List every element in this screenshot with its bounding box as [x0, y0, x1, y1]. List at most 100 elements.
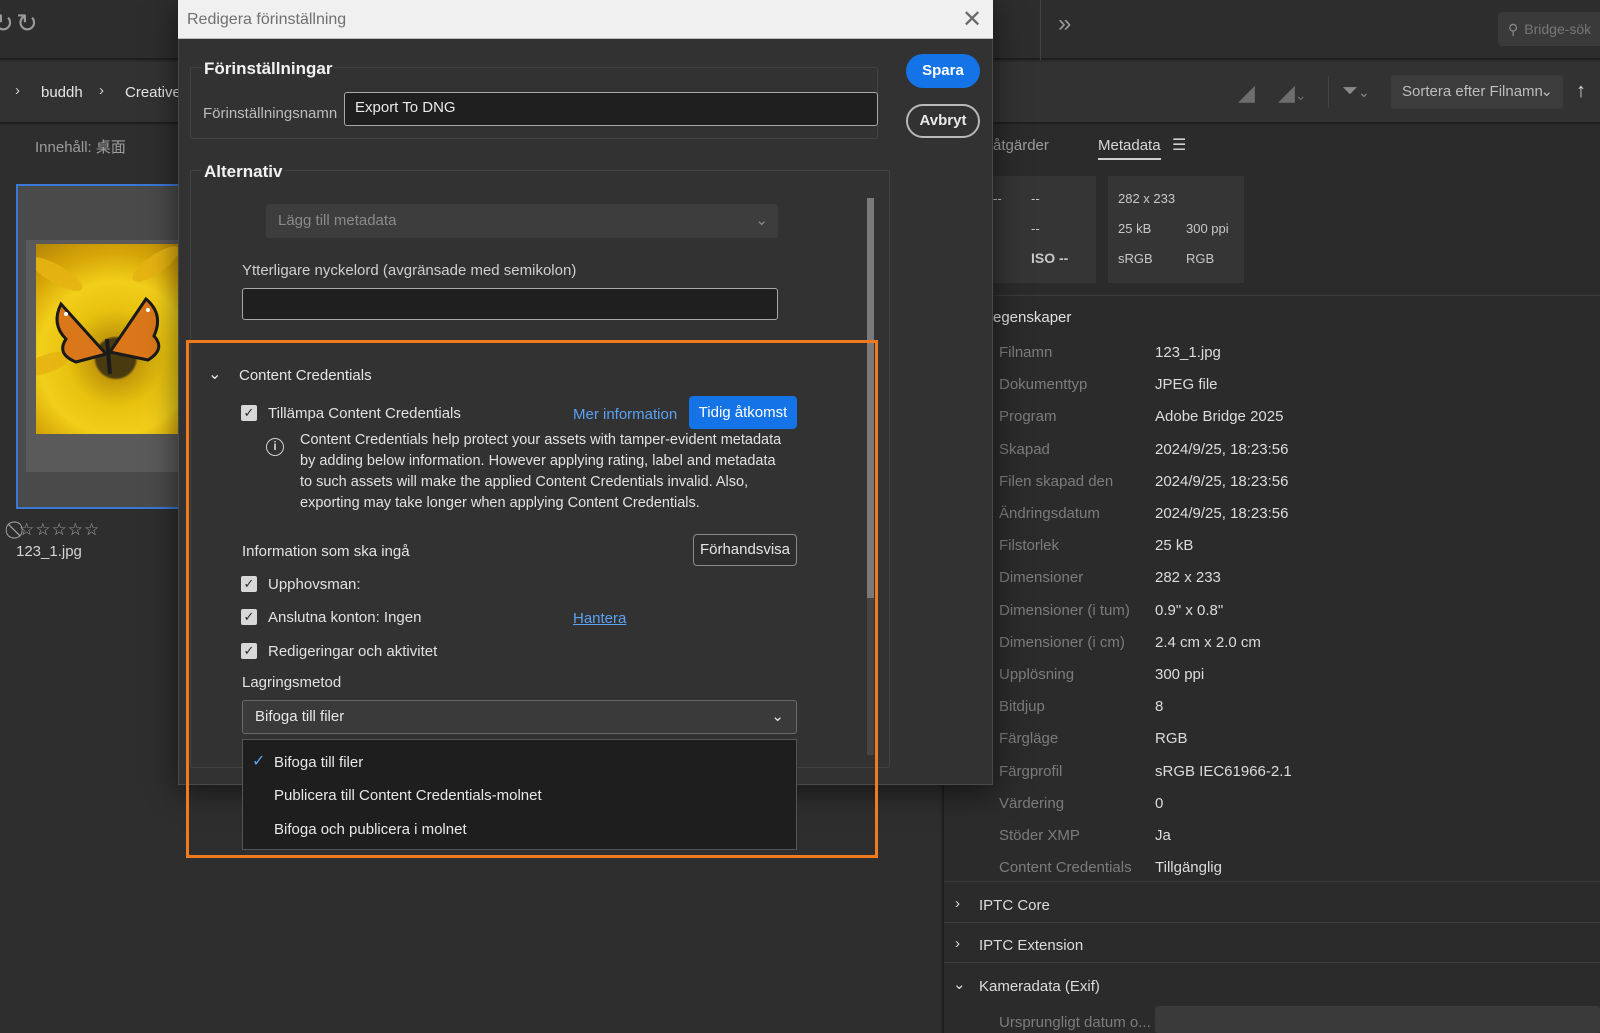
meta-label: Bitdjup: [999, 698, 1045, 716]
panel-menu-icon[interactable]: ☰: [1172, 135, 1186, 155]
more-info-link[interactable]: Mer information: [573, 406, 677, 423]
search-input[interactable]: ⚲ Bridge-sök: [1498, 12, 1600, 46]
divider: [944, 295, 1600, 296]
breadcrumb-item[interactable]: Creative: [125, 84, 181, 101]
info-profile: sRGB: [1118, 251, 1153, 266]
info-value: --: [1031, 221, 1040, 236]
info-value: --: [993, 191, 1002, 206]
meta-value: Tillgänglig: [1155, 859, 1222, 877]
meta-label: Värdering: [999, 794, 1065, 812]
meta-label: Dokumenttyp: [999, 376, 1088, 394]
chevron-down-icon: ⌄: [755, 212, 768, 229]
cancel-button[interactable]: Avbryt: [906, 104, 980, 138]
creator-label: Upphovsman:: [268, 576, 361, 593]
early-access-badge[interactable]: Tidig åtkomst: [689, 396, 797, 429]
sort-dropdown[interactable]: Sortera efter Filnamn ⌄: [1391, 75, 1563, 109]
sort-ascending-icon[interactable]: ↑: [1576, 80, 1586, 103]
divider: [944, 922, 1600, 923]
meta-value: 2024/9/25, 18:23:56: [1155, 505, 1289, 522]
search-icon: ⚲: [1508, 21, 1519, 37]
chevron-right-icon[interactable]: ›: [955, 935, 960, 952]
info-mode: RGB: [1186, 251, 1215, 266]
filter-icon[interactable]: ⏷⌄: [1342, 80, 1370, 103]
chevron-down-icon[interactable]: ⌄: [208, 364, 221, 384]
close-icon[interactable]: ✕: [962, 5, 982, 34]
toolbar-divider: [1040, 0, 1041, 60]
preview-button[interactable]: Förhandsvisa: [693, 534, 797, 566]
thumbnail-quality-icon[interactable]: ◢: [1238, 80, 1255, 106]
meta-label: Filnamn: [999, 344, 1053, 361]
edits-label: Redigeringar och aktivitet: [268, 643, 438, 660]
chevron-right-icon: ›: [15, 82, 20, 99]
section-iptc-extension[interactable]: IPTC Extension: [979, 937, 1083, 954]
manage-link[interactable]: Hantera: [573, 610, 626, 627]
meta-label: Färgläge: [999, 730, 1059, 748]
search-placeholder: Bridge-sök: [1524, 21, 1592, 37]
chevron-right-icon[interactable]: ›: [955, 895, 960, 912]
meta-label: Stöder XMP: [999, 827, 1080, 844]
double-chevron-right-icon[interactable]: »: [1058, 10, 1071, 38]
save-button[interactable]: Spara: [906, 54, 980, 88]
dialog-title: Redigera förinställning: [187, 11, 347, 28]
refresh-icon[interactable]: ↻: [16, 8, 38, 39]
sort-label: Sortera efter Filnamn: [1402, 83, 1543, 100]
tab-metadata[interactable]: Metadata: [1098, 137, 1161, 160]
chevron-down-icon[interactable]: ⌄: [953, 975, 966, 993]
content-credentials-title[interactable]: Content Credentials: [239, 367, 372, 384]
butterfly-sunflower-image: [36, 244, 181, 434]
info-size: 25 kB: [1118, 221, 1152, 236]
meta-label: Program: [999, 408, 1057, 426]
apply-cc-checkbox[interactable]: ✓: [241, 405, 257, 421]
storage-selected: Bifoga till filer: [255, 708, 345, 725]
meta-value: JPEG file: [1155, 376, 1218, 394]
apply-cc-label: Tillämpa Content Credentials: [268, 405, 461, 422]
camera-info-box: [990, 176, 1096, 283]
meta-label: Content Credentials: [999, 859, 1132, 877]
breadcrumb-item[interactable]: buddh: [41, 84, 83, 101]
menu-item-attach[interactable]: Bifoga till filer: [274, 754, 363, 771]
chevron-down-icon: ⌄: [1540, 83, 1553, 100]
menu-item-publish-cloud[interactable]: Publicera till Content Credentials-molne…: [274, 787, 542, 804]
info-resolution: 300 ppi: [1186, 221, 1229, 236]
thumbnail-filename: 123_1.jpg: [16, 543, 82, 560]
accounts-checkbox[interactable]: ✓: [241, 609, 257, 625]
meta-value: 0.9" x 0.8": [1155, 601, 1224, 619]
section-camera-data[interactable]: Kameradata (Exif): [979, 978, 1100, 995]
meta-value: 123_1.jpg: [1155, 344, 1221, 361]
meta-value: 300 ppi: [1155, 666, 1205, 683]
include-info-label: Information som ska ingå: [242, 543, 410, 560]
meta-value: 282 x 233: [1155, 569, 1221, 587]
chevron-down-icon: ⌄: [771, 708, 784, 725]
edits-checkbox[interactable]: ✓: [241, 643, 257, 659]
meta-label: Filen skapad den: [999, 472, 1114, 490]
storage-method-dropdown[interactable]: Bifoga till filer ⌄: [242, 700, 797, 734]
section-iptc-core[interactable]: IPTC Core: [979, 897, 1050, 914]
content-panel-title: Innehåll: 桌面: [35, 139, 126, 156]
preset-name-label: Förinställningsnamn: [203, 105, 338, 122]
checkmark-icon: ✓: [252, 753, 266, 770]
menu-item-attach-and-publish[interactable]: Bifoga och publicera i molnet: [274, 821, 467, 838]
metadata-field[interactable]: [1155, 1006, 1600, 1033]
meta-label: Dimensioner: [999, 569, 1084, 587]
meta-value: sRGB IEC61966-2.1: [1155, 762, 1292, 780]
thumbnail-options-icon[interactable]: ◢⌄: [1278, 80, 1307, 106]
preset-name-input[interactable]: Export To DNG: [344, 92, 878, 126]
keywords-input[interactable]: [242, 288, 778, 320]
keywords-label: Ytterligare nyckelord (avgränsade med se…: [242, 262, 577, 279]
meta-label: Dimensioner (i tum): [999, 601, 1130, 619]
tab-actions[interactable]: åtgärder: [993, 137, 1049, 154]
creator-checkbox[interactable]: ✓: [241, 576, 257, 592]
meta-label: Upplösning: [999, 666, 1075, 683]
meta-value: 2024/9/25, 18:23:56: [1155, 472, 1289, 490]
metadata-select-value: Lägg till metadata: [278, 212, 397, 229]
meta-label: Dimensioner (i cm): [999, 633, 1125, 651]
chevron-right-icon: ›: [99, 82, 104, 99]
iso-value: ISO --: [1031, 250, 1069, 266]
dialog-title-bar: Redigera förinställning: [178, 0, 993, 39]
meta-value: 2.4 cm x 2.0 cm: [1155, 633, 1261, 651]
options-legend: Alternativ: [202, 162, 285, 182]
rotate-left-icon[interactable]: ↻: [0, 8, 14, 39]
meta-label: Skapad: [999, 440, 1050, 458]
file-properties-title[interactable]: egenskaper: [993, 309, 1071, 326]
rating-stars[interactable]: ⃠☆☆☆☆☆: [18, 520, 100, 540]
